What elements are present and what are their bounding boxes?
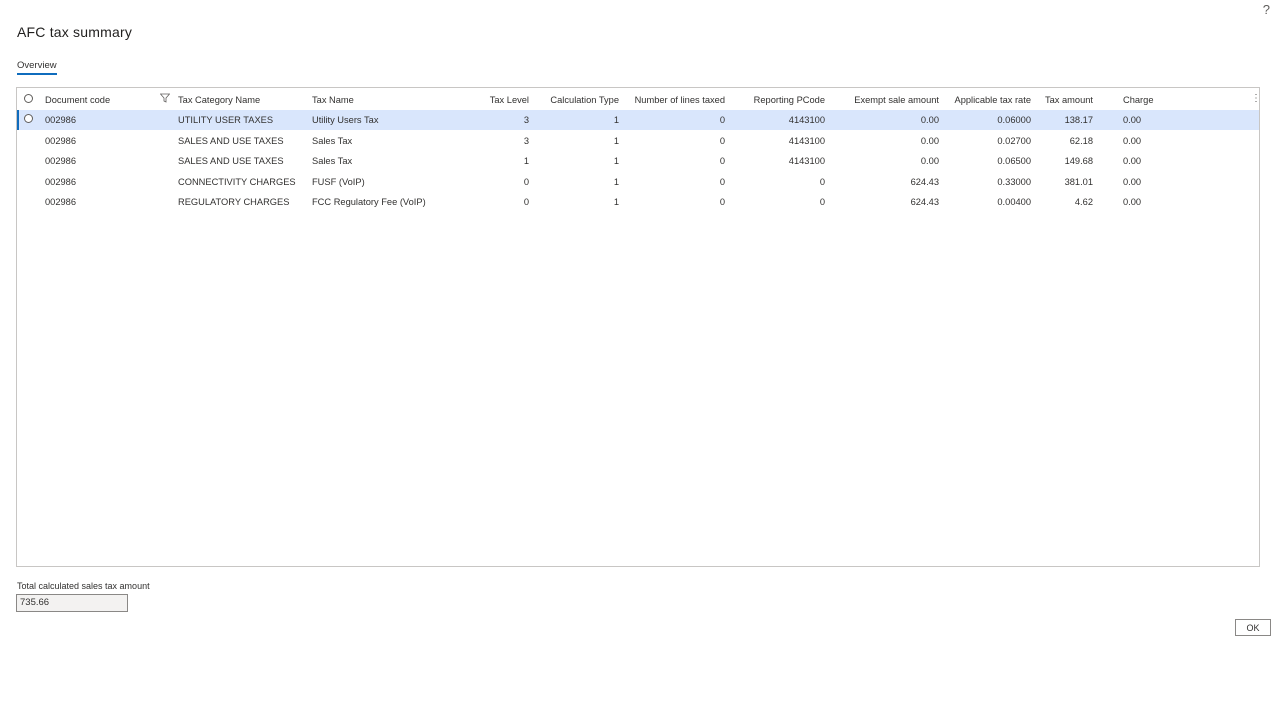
cell-tax-name: FCC Regulatory Fee (VoIP) (312, 197, 426, 207)
cell-tax-name: FUSF (VoIP) (312, 176, 365, 187)
cell-reporting-pcode: 4143100 (788, 156, 825, 166)
cell-tax-amount: 381.01 (1064, 176, 1093, 187)
cell-tax-amount: 149.68 (1064, 156, 1093, 166)
tab-overview[interactable]: Overview (17, 60, 57, 75)
cell-calculation-type: 1 (613, 197, 619, 207)
cell-number-of-lines-taxed: 0 (719, 197, 725, 207)
cell-reporting-pcode: 0 (819, 176, 825, 187)
filter-icon[interactable] (160, 93, 170, 103)
total-calculated-field[interactable]: 735.66 (16, 594, 128, 612)
cell-applicable-tax-rate: 0.33000 (997, 176, 1031, 187)
cell-tax-level: 0 (523, 176, 529, 187)
cell-tax-category-name: UTILITY USER TAXES (178, 115, 274, 125)
cell-exempt-sale-amount: 624.43 (910, 176, 939, 187)
column-header-number-of-lines-taxed[interactable]: Number of lines taxed (623, 90, 725, 110)
cell-tax-name: Sales Tax (312, 156, 353, 166)
column-header-document-code[interactable]: Document code (45, 90, 110, 110)
cell-reporting-pcode: 4143100 (788, 115, 825, 125)
cell-tax-amount: 62.18 (1069, 135, 1093, 146)
cell-tax-name: Sales Tax (312, 135, 353, 146)
cell-number-of-lines-taxed: 0 (719, 135, 725, 146)
cell-number-of-lines-taxed: 0 (719, 176, 725, 187)
column-header-tax-amount[interactable]: Tax amount (1035, 90, 1093, 110)
cell-charge: 0.00 (1123, 135, 1142, 146)
help-icon[interactable]: ? (1263, 2, 1270, 17)
tax-summary-grid: Document code Tax Category Name Tax Name… (16, 87, 1261, 567)
cell-tax-name: Utility Users Tax (312, 115, 379, 125)
cell-applicable-tax-rate: 0.00400 (997, 197, 1031, 207)
cell-charge: 0.00 (1123, 176, 1142, 187)
column-header-reporting-pcode[interactable]: Reporting PCode (735, 90, 825, 110)
cell-tax-level: 0 (523, 197, 529, 207)
column-header-tax-name[interactable]: Tax Name (312, 90, 354, 110)
cell-document-code: 002986 (45, 156, 77, 166)
cell-tax-category-name: SALES AND USE TAXES (178, 156, 284, 166)
ok-button[interactable]: OK (1235, 619, 1271, 636)
select-all-radio[interactable] (24, 94, 33, 103)
cell-tax-level: 1 (523, 156, 529, 166)
table-row[interactable]: 002986 CONNECTIVITY CHARGES FUSF (VoIP) 0 1 0… (17, 172, 1259, 192)
cell-tax-level: 3 (523, 115, 529, 125)
cell-reporting-pcode: 0 (819, 197, 825, 207)
page-title: AFC tax summary (17, 24, 133, 40)
cell-exempt-sale-amount: 0.00 (920, 115, 939, 125)
cell-exempt-sale-amount: 624.43 (910, 197, 939, 207)
cell-tax-level: 3 (523, 135, 529, 146)
cell-applicable-tax-rate: 0.06500 (997, 156, 1031, 166)
table-row[interactable]: 002986 UTILITY USER TAXES Utility Users Ta… (17, 110, 1259, 130)
cell-exempt-sale-amount: 0.00 (920, 156, 939, 166)
cell-number-of-lines-taxed: 0 (719, 115, 725, 125)
cell-calculation-type: 1 (613, 135, 619, 146)
more-options-icon[interactable]: ⋮ (1251, 93, 1261, 104)
cell-document-code: 002986 (45, 135, 77, 146)
column-header-tax-category-name[interactable]: Tax Category Name (178, 90, 260, 110)
row-select-radio[interactable] (24, 114, 33, 123)
cell-applicable-tax-rate: 0.06000 (997, 115, 1031, 125)
column-header-exempt-sale-amount[interactable]: Exempt sale amount (833, 90, 939, 110)
cell-reporting-pcode: 4143100 (788, 135, 825, 146)
column-header-charge[interactable]: Charge (1123, 90, 1154, 110)
cell-calculation-type: 1 (613, 176, 619, 187)
cell-document-code: 002986 (45, 176, 77, 187)
cell-document-code: 002986 (45, 115, 77, 125)
cell-calculation-type: 1 (613, 115, 619, 125)
grid-header-row: Document code Tax Category Name Tax Name… (17, 90, 1261, 110)
cell-charge: 0.00 (1123, 156, 1142, 166)
column-header-calculation-type[interactable]: Calculation Type (537, 90, 619, 110)
cell-tax-category-name: CONNECTIVITY CHARGES (178, 176, 296, 187)
table-row[interactable]: 002986 REGULATORY CHARGES FCC Regulatory F… (17, 192, 1259, 212)
column-header-applicable-tax-rate[interactable]: Applicable tax rate (943, 90, 1032, 110)
cell-exempt-sale-amount: 0.00 (920, 135, 939, 146)
table-row[interactable]: 002986 SALES AND USE TAXES Sales Tax 3 1 0 414… (17, 131, 1259, 151)
cell-tax-amount: 138.17 (1064, 115, 1093, 125)
cell-tax-category-name: REGULATORY CHARGES (178, 197, 290, 207)
cell-document-code: 002986 (45, 197, 77, 207)
cell-number-of-lines-taxed: 0 (719, 156, 725, 166)
cell-charge: 0.00 (1123, 115, 1142, 125)
cell-charge: 0.00 (1123, 197, 1142, 207)
cell-calculation-type: 1 (613, 156, 619, 166)
cell-tax-category-name: SALES AND USE TAXES (178, 135, 284, 146)
total-calculated-label: Total calculated sales tax amount (17, 581, 150, 591)
table-row[interactable]: 002986 SALES AND USE TAXES Sales Tax 1 1 0 414… (17, 151, 1259, 171)
cell-applicable-tax-rate: 0.02700 (997, 135, 1031, 146)
column-header-tax-level[interactable]: Tax Level (469, 90, 529, 110)
cell-tax-amount: 4.62 (1074, 197, 1093, 207)
